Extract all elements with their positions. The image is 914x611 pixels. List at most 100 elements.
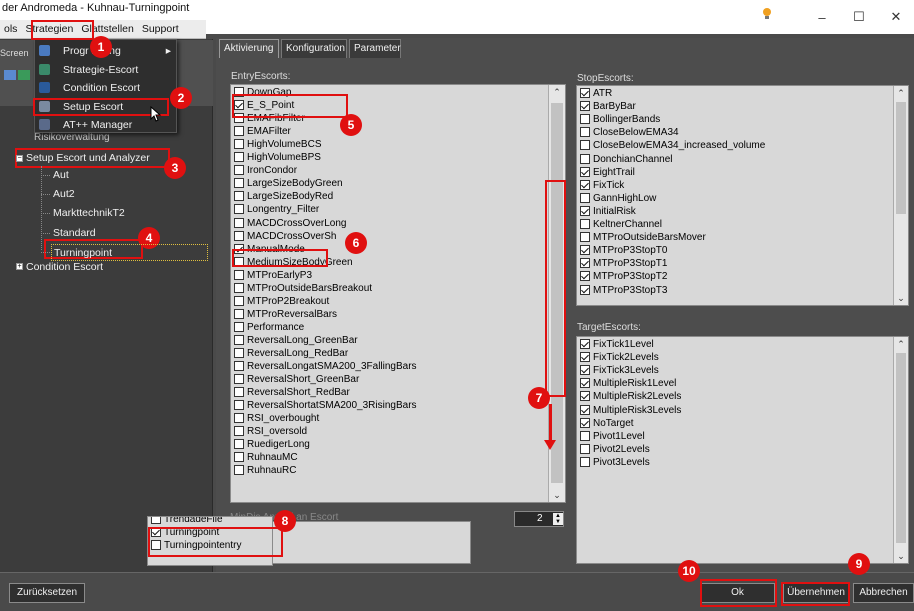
checkbox[interactable] <box>234 165 244 176</box>
sidebar-item-risk[interactable]: Risikoverwaltung <box>34 133 110 145</box>
sidebar-item-aut[interactable]: Aut <box>53 167 69 183</box>
checkbox[interactable] <box>580 140 590 151</box>
checkbox[interactable] <box>580 245 590 256</box>
sidebar-item-setup-escort-und-analyzer[interactable]: Setup Escort und Analyzer <box>26 150 150 166</box>
scroll-up-icon[interactable]: ⌃ <box>549 85 565 99</box>
checkbox[interactable] <box>234 374 244 385</box>
checkbox[interactable] <box>234 139 244 150</box>
menu-support[interactable]: Support <box>138 20 183 39</box>
entry-escorts-list[interactable]: DownGap E_S_Point EMAFibFilter EMAFilter Hig… <box>230 84 566 503</box>
scroll-thumb[interactable] <box>896 102 906 214</box>
minimize-button[interactable]: – <box>808 6 836 28</box>
tree-connector <box>41 251 50 253</box>
checkbox[interactable] <box>234 439 244 450</box>
checkbox[interactable] <box>234 465 244 476</box>
checkbox[interactable] <box>580 365 590 376</box>
checkbox[interactable] <box>580 101 590 112</box>
checkbox[interactable] <box>234 282 244 293</box>
checkbox[interactable] <box>580 284 590 295</box>
expand-condition-icon[interactable]: + <box>16 263 23 270</box>
checkbox[interactable] <box>580 271 590 282</box>
checkbox[interactable] <box>234 452 244 463</box>
checkbox[interactable] <box>580 127 590 138</box>
scroll-up-icon[interactable]: ⌃ <box>894 337 908 351</box>
checkbox[interactable] <box>234 400 244 411</box>
scroll-down-icon[interactable]: ⌄ <box>894 291 908 305</box>
sidebar-item-markttechnikt2[interactable]: MarkttechnikT2 <box>53 205 125 221</box>
tree-connector <box>41 232 50 234</box>
checkbox[interactable] <box>234 126 244 137</box>
chart-icon[interactable] <box>4 70 16 80</box>
checkbox[interactable] <box>234 348 244 358</box>
reset-button[interactable]: Zurücksetzen <box>9 583 85 603</box>
annotation-badge: 2 <box>170 87 192 109</box>
checkbox[interactable] <box>580 232 590 243</box>
tab-parameter[interactable]: Parameter <box>349 39 401 58</box>
checkbox[interactable] <box>234 269 244 280</box>
sidebar-item-aut2[interactable]: Aut2 <box>53 186 75 202</box>
checkbox[interactable] <box>580 153 590 164</box>
chart-icon[interactable] <box>18 70 30 80</box>
checkbox[interactable] <box>234 217 244 228</box>
scroll-down-icon[interactable]: ⌄ <box>549 488 565 502</box>
annotation-box <box>781 582 850 606</box>
checkbox[interactable] <box>580 391 590 402</box>
checkbox[interactable] <box>580 404 590 415</box>
tab-aktivierung[interactable]: Aktivierung <box>219 39 279 58</box>
checkbox[interactable] <box>234 426 244 437</box>
dropdown-item-condition-escort[interactable]: Condition Escort <box>35 79 176 97</box>
tab-konfiguration[interactable]: Konfiguration <box>281 39 347 58</box>
checkbox[interactable] <box>580 352 590 363</box>
count-stepper[interactable]: 2 ▲ ▼ <box>514 511 564 527</box>
checkbox[interactable] <box>580 192 590 203</box>
checkbox[interactable] <box>234 295 244 306</box>
lightbulb-icon[interactable] <box>762 7 772 21</box>
checkbox[interactable] <box>580 339 590 349</box>
maximize-button[interactable]: ☐ <box>845 6 873 28</box>
scroll-up-icon[interactable]: ⌃ <box>894 86 908 100</box>
stop-escort-scrollbar[interactable]: ⌃ ⌄ <box>893 86 908 305</box>
scroll-down-icon[interactable]: ⌄ <box>894 549 908 563</box>
scroll-thumb[interactable] <box>896 353 906 543</box>
checkbox[interactable] <box>580 258 590 269</box>
target-escort-scrollbar[interactable]: ⌃ ⌄ <box>893 337 908 563</box>
expand-setup-icon[interactable]: − <box>16 155 23 162</box>
target-escorts-list[interactable]: FixTick1Level FixTick2Levels FixTick3Level… <box>576 336 909 564</box>
checkbox[interactable] <box>234 230 244 241</box>
checkbox[interactable] <box>580 443 590 454</box>
checkbox[interactable] <box>580 88 590 98</box>
stop-escorts-list[interactable]: ATR BarByBar BollingerBands CloseBelowEMA34… <box>576 85 909 306</box>
tree-connector <box>41 213 50 215</box>
dropdown-item-strategie-escort[interactable]: Strategie-Escort <box>35 61 176 79</box>
checkbox[interactable] <box>234 178 244 189</box>
checkbox[interactable] <box>580 417 590 428</box>
checkbox[interactable] <box>234 334 244 345</box>
checkbox[interactable] <box>234 361 244 372</box>
checkbox[interactable] <box>580 166 590 177</box>
checkbox[interactable] <box>234 152 244 163</box>
close-button[interactable]: ✕ <box>882 6 910 28</box>
checkbox[interactable] <box>234 308 244 319</box>
checkbox[interactable] <box>234 204 244 215</box>
checkbox[interactable] <box>580 219 590 229</box>
stepper-arrows-icon[interactable]: ▲ ▼ <box>553 513 563 525</box>
checkbox[interactable] <box>580 205 590 216</box>
sidebar-item-standard[interactable]: Standard <box>53 225 96 241</box>
cancel-button[interactable]: Abbrechen <box>853 583 914 603</box>
annotation-badge: 7 <box>528 387 550 409</box>
annotation-box <box>148 527 283 557</box>
close-icon: ✕ <box>890 9 902 24</box>
checkbox[interactable] <box>234 387 244 398</box>
checkbox[interactable] <box>234 413 244 424</box>
checkbox[interactable] <box>580 456 590 467</box>
checkbox[interactable] <box>580 114 590 125</box>
menu-ols[interactable]: ols <box>0 20 21 39</box>
sidebar-item-condition-escort[interactable]: Condition Escort <box>26 259 103 275</box>
checkbox[interactable] <box>580 430 590 441</box>
checkbox[interactable] <box>580 179 590 190</box>
checkbox[interactable] <box>234 191 244 202</box>
checkbox[interactable] <box>151 517 161 524</box>
checkbox[interactable] <box>580 378 590 389</box>
arrow-head-icon <box>544 440 556 450</box>
checkbox[interactable] <box>234 321 244 332</box>
